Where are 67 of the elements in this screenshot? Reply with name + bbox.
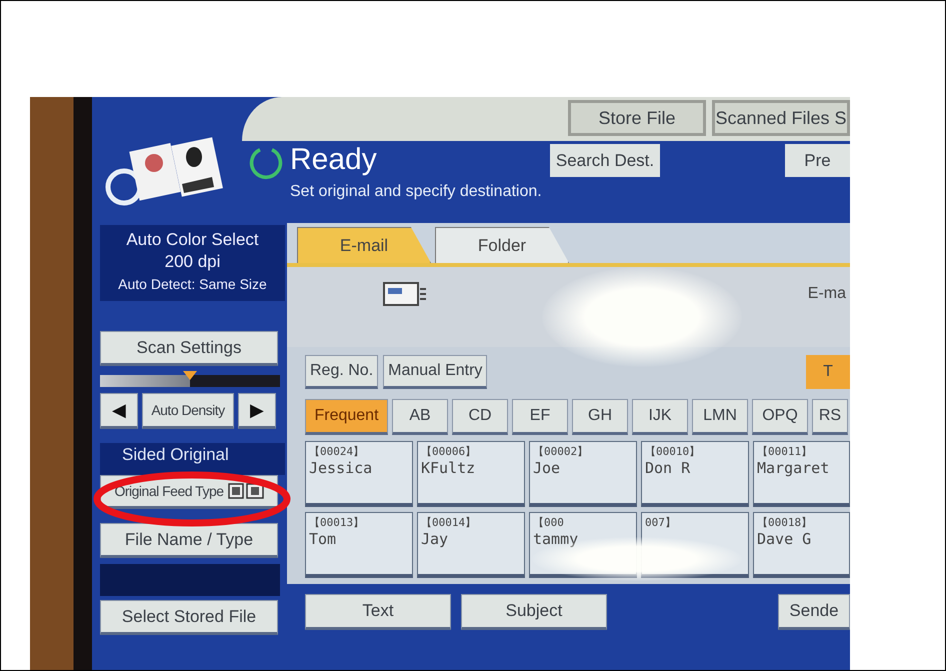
index-tab[interactable]: OPQ (752, 399, 808, 435)
auto-density-button[interactable]: Auto Density (142, 393, 234, 429)
search-destination-button[interactable]: Search Dest. (550, 144, 660, 177)
destination-tab[interactable]: Folder (435, 227, 569, 263)
scan-info-text: Auto Color Select (126, 229, 259, 251)
destination-button[interactable]: 【00014】 Jay (417, 512, 525, 578)
cut-off-button[interactable]: T (806, 355, 850, 389)
destination-code: 【00002】 (533, 444, 588, 459)
lighter-button[interactable]: ◀ (100, 393, 138, 429)
destination-button[interactable]: 【00010】 Don R (641, 441, 749, 507)
destination-button[interactable]: 007】 (641, 512, 749, 578)
destination-name: Joe (533, 459, 560, 477)
spinner-icon (248, 145, 284, 181)
destination-name: tammy (533, 530, 578, 548)
scan-settings-button[interactable]: Scan Settings (100, 331, 278, 366)
destination-code: 【000 (533, 515, 564, 530)
destination-name: Jay (421, 530, 448, 548)
page-orientation-icon (228, 483, 264, 499)
destination-name: Tom (309, 530, 336, 548)
destination-button[interactable]: 【00002】 Joe (529, 441, 637, 507)
destination-code: 【00006】 (421, 444, 476, 459)
envelope-icon (382, 281, 428, 307)
file-name-type-button[interactable]: File Name / Type (100, 523, 278, 558)
index-tab[interactable]: IJK (632, 399, 688, 435)
sided-original-button[interactable]: Sided Original (100, 443, 285, 475)
index-tab[interactable]: GH (572, 399, 628, 435)
entry-button[interactable]: Reg. No. (305, 355, 378, 389)
destination-button[interactable]: 【00006】 KFultz (417, 441, 525, 507)
scan-info-text: 200 dpi (164, 251, 220, 273)
destination-button[interactable]: 【00024】 Jessica (305, 441, 413, 507)
sender-button[interactable]: Sende (778, 594, 850, 630)
text-button[interactable]: Text (305, 594, 451, 630)
entry-button[interactable]: Manual Entry (383, 355, 488, 389)
destination-name: Jessica (309, 459, 372, 477)
index-tab[interactable]: Frequent (305, 399, 388, 435)
scan-info-text: Auto Detect: Same Size (118, 275, 267, 294)
index-tab[interactable]: LMN (692, 399, 748, 435)
destination-code: 【00014】 (421, 515, 476, 530)
destination-button[interactable]: 【000 tammy (529, 512, 637, 578)
header-tab-button[interactable]: Scanned Files S (712, 100, 850, 136)
status-title: Ready (290, 142, 378, 178)
destination-label: E-ma (808, 285, 846, 303)
destination-tab[interactable]: E-mail (297, 227, 431, 263)
destination-code: 【00011】 (757, 444, 812, 459)
subject-button[interactable]: Subject (461, 594, 607, 630)
destination-name: Margaret (757, 459, 830, 477)
destination-name: Dave G (757, 530, 812, 548)
density-thumb[interactable] (183, 371, 197, 380)
destination-code: 【00024】 (309, 444, 364, 459)
destination-code: 【00010】 (645, 444, 700, 459)
destination-button[interactable]: 【00011】 Margaret (753, 441, 850, 507)
darker-button[interactable]: ▶ (238, 393, 276, 429)
header-tab-button[interactable]: Store File (568, 100, 706, 136)
index-tab[interactable]: EF (512, 399, 568, 435)
index-tab[interactable]: RS (812, 399, 848, 435)
destination-code: 【00018】 (757, 515, 812, 530)
destination-name: KFultz (421, 459, 476, 477)
index-tab[interactable]: CD (452, 399, 508, 435)
destination-code: 007】 (645, 515, 676, 530)
destination-button[interactable]: 【00018】 Dave G (753, 512, 850, 578)
status-message: Set original and specify destination. (290, 182, 543, 202)
preview-button[interactable]: Pre (785, 144, 850, 177)
select-stored-file-button[interactable]: Select Stored File (100, 600, 278, 635)
destination-button[interactable]: 【00013】 Tom (305, 512, 413, 578)
index-tab[interactable]: AB (392, 399, 448, 435)
destination-code: 【00013】 (309, 515, 364, 530)
destination-name: Don R (645, 459, 690, 477)
